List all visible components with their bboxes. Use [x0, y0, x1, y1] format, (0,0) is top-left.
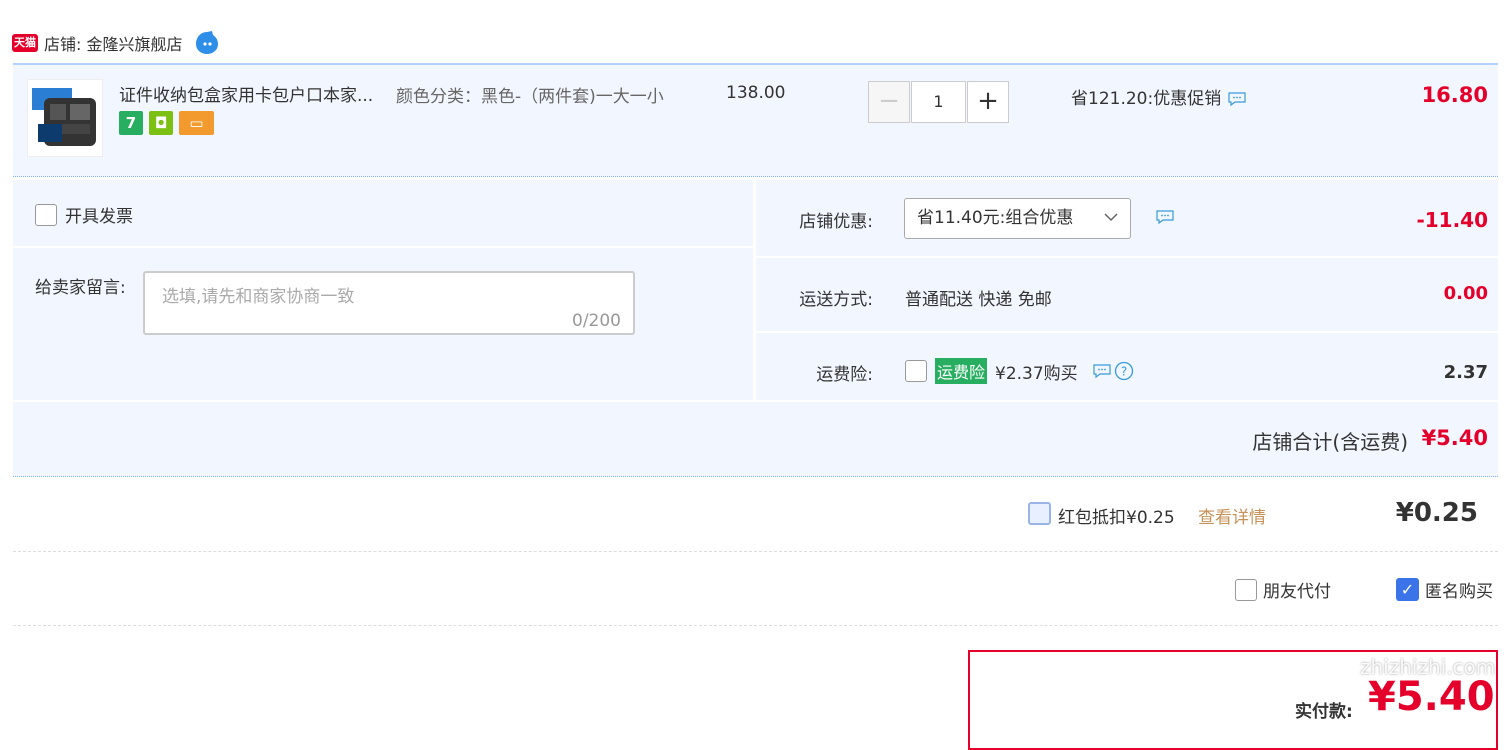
invoice-checkbox[interactable] — [35, 203, 57, 226]
quantity-input[interactable]: 1 — [911, 81, 966, 123]
divider — [756, 331, 1498, 333]
seven-day-return-icon: 7 — [119, 111, 143, 135]
decrease-button[interactable]: − — [868, 81, 910, 123]
right-options: 店铺优惠: 省11.40元:组合优惠 -11.40 运送方式: 普通配送 快递 … — [756, 180, 1498, 400]
insurance-checkbox[interactable] — [905, 360, 927, 382]
friend-pay-label: 朋友代付 — [1263, 582, 1331, 602]
quantity-stepper: − 1 + — [868, 81, 1009, 123]
insurance-price: ¥2.37购买 — [995, 363, 1078, 384]
store-total-value: ¥5.40 — [1421, 426, 1488, 450]
purchase-options: 朋友代付 ✓ 匿名购买 — [13, 553, 1498, 626]
shipping-amount: 0.00 — [1443, 283, 1488, 304]
invoice-option[interactable]: 开具发票 — [35, 202, 133, 227]
svg-text:?: ? — [1121, 365, 1127, 379]
increase-button[interactable]: + — [967, 81, 1009, 123]
store-header: 天猫 店铺: 金隆兴旗舰店 — [12, 28, 220, 58]
chevron-down-icon — [1104, 213, 1118, 222]
watermark: zhizhizhi.com — [1360, 655, 1496, 679]
promo-save-text: 省121.20:优惠促销 — [1071, 84, 1247, 109]
item-total: 16.80 — [1421, 83, 1488, 107]
message-textarea[interactable]: 选填,请先和商家协商一致 0/200 — [143, 271, 635, 335]
product-title[interactable]: 证件收纳包盒家用卡包户口本家... — [119, 81, 373, 106]
insurance-label: 运费险: — [816, 365, 873, 385]
shipping-method: 普通配送 快递 免邮 — [905, 290, 1052, 310]
comment-icon[interactable] — [1092, 363, 1112, 379]
discount-amount: -11.40 — [1416, 208, 1488, 232]
store-name[interactable]: 店铺: 金隆兴旗舰店 — [44, 31, 182, 55]
help-icon[interactable]: ? — [1114, 361, 1134, 381]
tmall-icon: 天猫 — [12, 34, 38, 52]
unit-price: 138.00 — [726, 83, 786, 103]
insurance-option: 运费险 ¥2.37购买 ? — [905, 358, 1134, 384]
store-total-label: 店铺合计(含运费) — [1252, 430, 1408, 454]
product-row: 证件收纳包盒家用卡包户口本家... 7 ◘ ▭ 颜色分类：黑色-（两件套)一大一… — [13, 63, 1498, 177]
credit-card-icon: ▭ — [179, 111, 214, 135]
message-placeholder: 选填,请先和商家协商一致 — [162, 287, 355, 307]
divider — [13, 246, 753, 248]
red-packet-row: 红包抵扣¥0.25 查看详情 ¥0.25 — [13, 478, 1498, 552]
divider — [756, 256, 1498, 258]
friend-pay-checkbox[interactable] — [1235, 578, 1257, 601]
friend-pay-option[interactable]: 朋友代付 — [1235, 577, 1331, 602]
product-sku: 颜色分类：黑色-（两件套)一大一小 — [396, 87, 664, 107]
discount-select[interactable]: 省11.40元:组合优惠 — [904, 198, 1131, 239]
message-label: 给卖家留言: — [35, 278, 126, 298]
wangwang-chat-icon[interactable] — [194, 30, 220, 56]
insurance-amount: 2.37 — [1443, 362, 1488, 383]
red-packet-checkbox[interactable] — [1028, 502, 1051, 525]
anonymous-option[interactable]: ✓ 匿名购买 — [1396, 577, 1493, 602]
promo-save-label: 省121.20:优惠促销 — [1071, 89, 1222, 109]
pay-label: 实付款: — [1295, 702, 1353, 722]
store-total: 店铺合计(含运费) ¥5.40 — [13, 402, 1498, 477]
shipping-label: 运送方式: — [799, 290, 873, 310]
discount-value: 省11.40元:组合优惠 — [917, 208, 1074, 228]
discount-label: 店铺优惠: — [799, 212, 873, 232]
product-image[interactable] — [27, 79, 103, 157]
red-packet-value: ¥0.25 — [1395, 498, 1478, 528]
message-char-count: 0/200 — [572, 311, 621, 331]
service-icons: 7 ◘ ▭ — [119, 111, 214, 135]
comment-icon[interactable] — [1227, 91, 1247, 107]
anonymous-label: 匿名购买 — [1425, 582, 1493, 602]
comment-icon[interactable] — [1155, 209, 1175, 225]
view-details-link[interactable]: 查看详情 — [1198, 503, 1266, 528]
insurance-tag: 运费险 — [935, 358, 988, 384]
red-packet-label: 红包抵扣¥0.25 — [1058, 508, 1175, 528]
shipping-guarantee-icon: ◘ — [149, 111, 173, 135]
order-options: 开具发票 给卖家留言: 选填,请先和商家协商一致 0/200 店铺优惠: 省11… — [13, 180, 1498, 400]
invoice-label: 开具发票 — [65, 207, 133, 227]
pay-value: ¥5.40 — [1368, 674, 1495, 720]
anonymous-checkbox[interactable]: ✓ — [1396, 578, 1419, 601]
left-options: 开具发票 给卖家留言: 选填,请先和商家协商一致 0/200 — [13, 180, 753, 400]
